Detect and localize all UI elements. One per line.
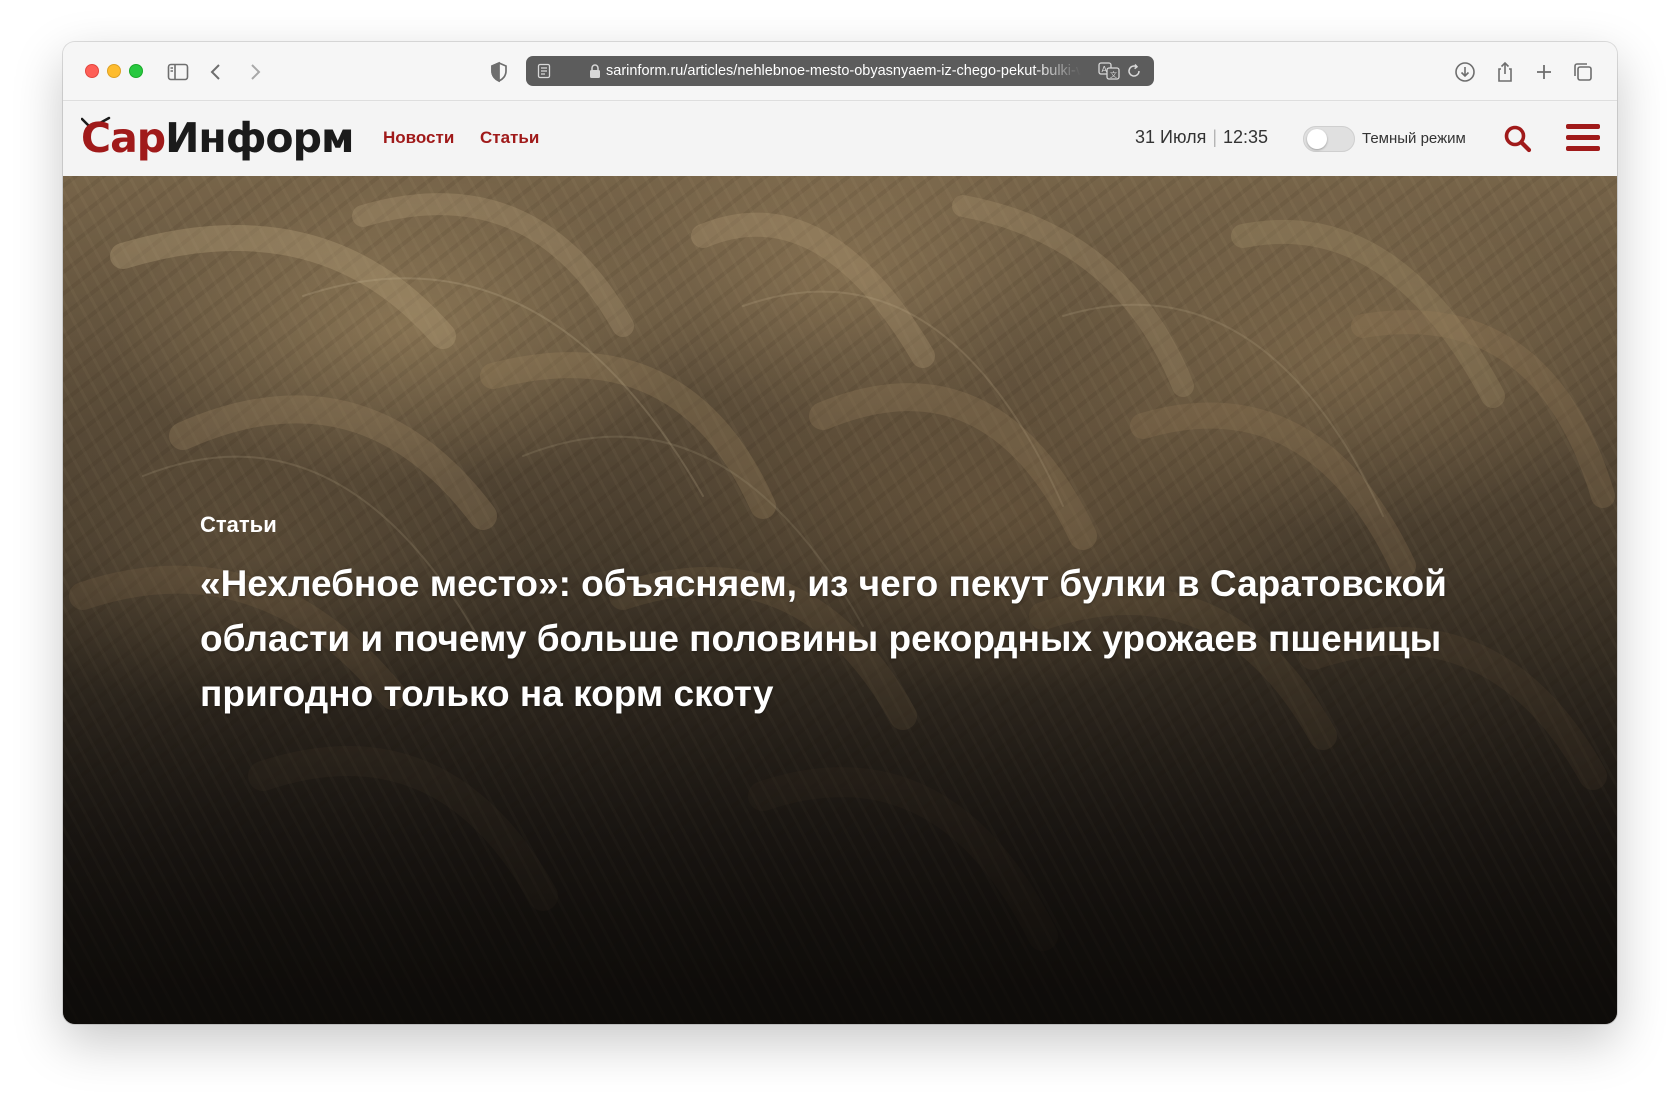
logo-part-inform: Информ [165, 114, 354, 162]
shield-icon[interactable] [487, 60, 511, 84]
dark-mode-toggle-knob [1307, 129, 1327, 149]
svg-text:A: A [1102, 65, 1108, 74]
article-category[interactable]: Статьи [200, 512, 277, 538]
url-text: sarinform.ru/articles/nehlebnoe-mesto-ob… [606, 63, 1081, 79]
search-icon [1504, 125, 1532, 153]
hamburger-icon[interactable] [1566, 124, 1600, 154]
lock-icon [589, 64, 601, 78]
sidebar-icon[interactable] [166, 60, 190, 84]
site-logo[interactable]: СарИнформ [81, 112, 354, 164]
article-title: «Нехлебное место»: объясняем, из чего пе… [200, 563, 1447, 714]
datetime-separator: | [1212, 127, 1218, 147]
share-icon[interactable] [1493, 60, 1517, 84]
zoom-window-button[interactable] [129, 64, 143, 78]
svg-text:文: 文 [1110, 70, 1117, 79]
chevron-right-icon[interactable] [243, 60, 267, 84]
download-icon[interactable] [1453, 60, 1477, 84]
tabs-icon[interactable] [1571, 60, 1595, 84]
plus-icon[interactable] [1532, 60, 1556, 84]
site-header: СарИнформ Новости Статьи 31 Июля | 12:35 Т… [63, 102, 1617, 176]
dark-mode-label: Темный режим [1362, 130, 1466, 147]
nav-news-link[interactable]: Новости [383, 128, 454, 148]
chevron-left-icon[interactable] [204, 60, 228, 84]
close-window-button[interactable] [85, 64, 99, 78]
logo-part-sar: Сар [81, 114, 166, 162]
address-bar[interactable]: sarinform.ru/articles/nehlebnoe-mesto-ob… [526, 56, 1154, 86]
current-datetime: 31 Июля | 12:35 [1135, 127, 1268, 148]
reader-icon[interactable] [536, 63, 552, 79]
browser-window: sarinform.ru/articles/nehlebnoe-mesto-ob… [63, 42, 1617, 1024]
search-button[interactable] [1503, 124, 1533, 154]
minimize-window-button[interactable] [107, 64, 121, 78]
translate-icon[interactable]: A文 [1098, 62, 1120, 80]
dark-mode-toggle[interactable] [1303, 126, 1355, 152]
reload-icon[interactable] [1126, 63, 1142, 79]
browser-toolbar: sarinform.ru/articles/nehlebnoe-mesto-ob… [63, 42, 1617, 101]
current-date: 31 Июля [1135, 127, 1207, 147]
current-time: 12:35 [1223, 127, 1269, 147]
article-hero: Статьи «Нехлебное место»: объясняем, из … [63, 176, 1617, 1024]
nav-articles-link[interactable]: Статьи [480, 128, 539, 148]
